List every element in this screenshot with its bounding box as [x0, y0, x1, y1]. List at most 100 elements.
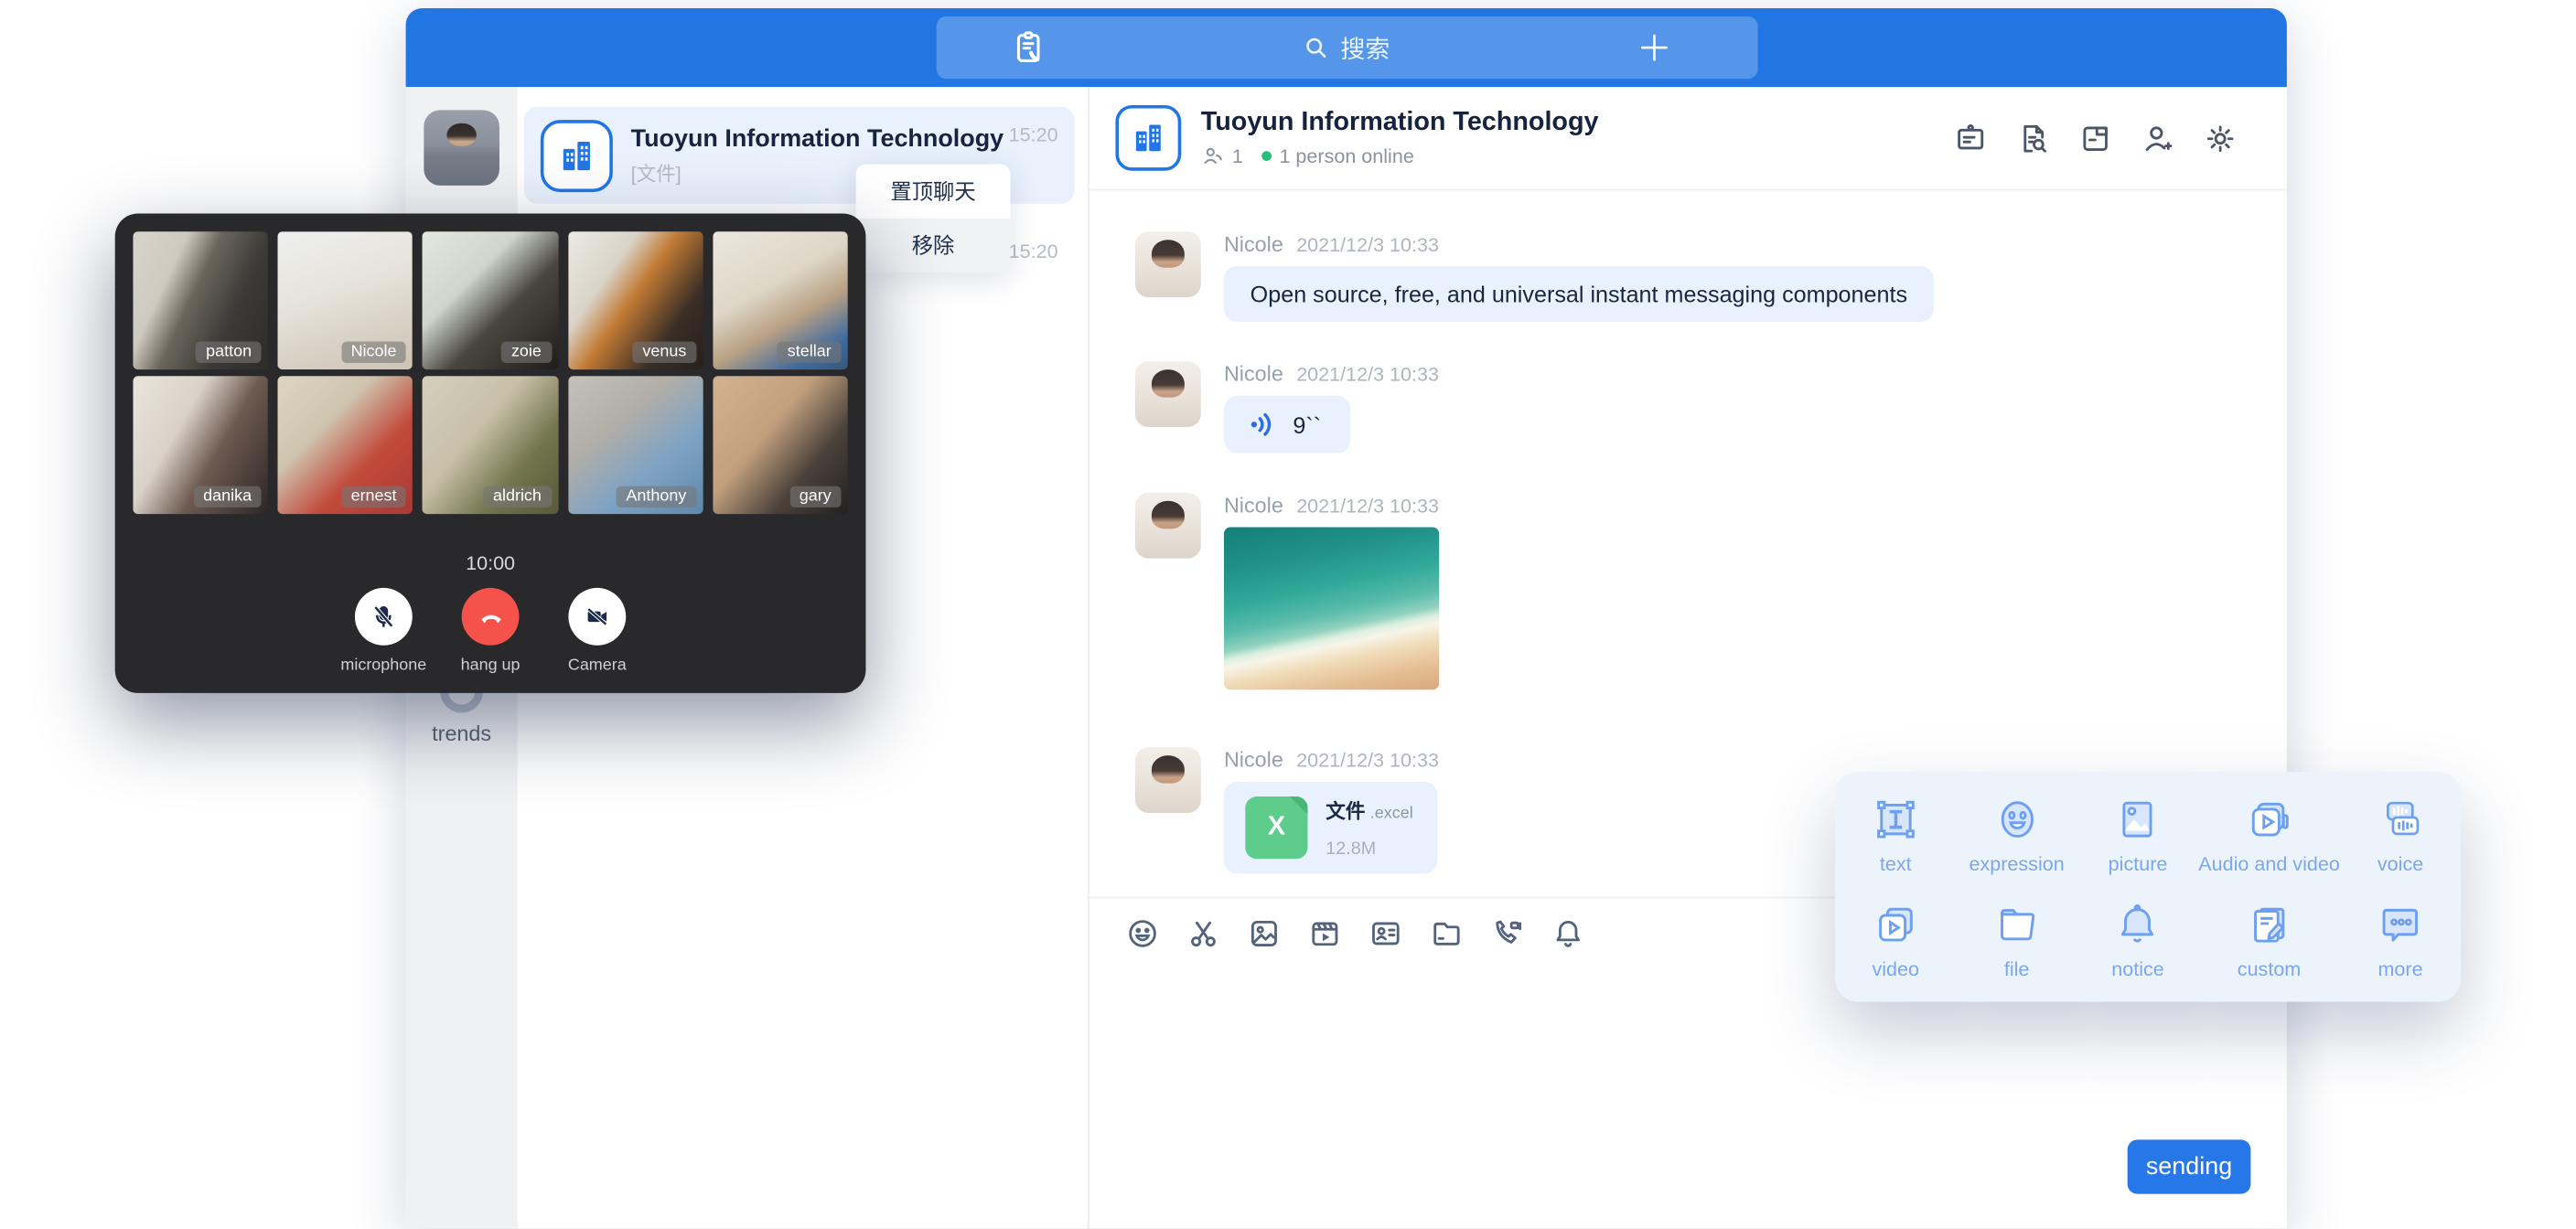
member-count: 1 — [1232, 144, 1243, 167]
participant-name: stellar — [778, 342, 841, 363]
picture-icon[interactable] — [1247, 916, 1282, 951]
members-icon — [1201, 144, 1224, 167]
microphone-label: microphone — [330, 657, 437, 675]
call-log-button[interactable] — [1008, 28, 1047, 76]
message-type-panel: text expression picture — [1835, 772, 2461, 1001]
screenshot-scissors-icon[interactable] — [1186, 916, 1221, 951]
video-call-panel: patton Nicole zoie venus stellar danika … — [115, 213, 866, 692]
chat-main: Tuoyun Information Technology 1 1 person… — [1089, 87, 2287, 1228]
participant-video[interactable]: Anthony — [568, 376, 703, 514]
notification-bell-icon[interactable] — [1551, 916, 1585, 951]
hang-up-icon — [476, 602, 505, 631]
panel-item-notice[interactable]: notice — [2077, 887, 2198, 992]
panel-label: picture — [2109, 851, 2168, 874]
group-avatar — [1115, 105, 1181, 171]
sender-avatar[interactable] — [1135, 361, 1201, 427]
participant-video[interactable]: zoie — [423, 231, 558, 369]
message-input-area[interactable]: sending — [1089, 967, 2287, 1229]
file-letter: X — [1268, 813, 1285, 842]
message-time: 2021/12/3 10:33 — [1296, 749, 1439, 772]
panel-item-voice[interactable]: voice — [2340, 782, 2461, 887]
panel-item-video[interactable]: video — [1835, 887, 1956, 992]
trends-label: trends — [406, 721, 518, 745]
message-time: 2021/12/3 10:33 — [1296, 363, 1439, 386]
participant-video[interactable]: patton — [133, 231, 268, 369]
message-text: Nicole 2021/12/3 10:33 Open source, free… — [1089, 231, 2287, 322]
panel-label: notice — [2111, 956, 2164, 979]
add-button[interactable] — [1636, 29, 1672, 73]
participant-video[interactable]: aldrich — [423, 376, 558, 514]
panel-item-expression[interactable]: expression — [1956, 782, 2077, 887]
message-image: Nicole 2021/12/3 10:33 — [1089, 493, 2287, 690]
participant-name: patton — [196, 342, 261, 363]
text-bubble[interactable]: Open source, free, and universal instant… — [1224, 266, 1934, 322]
av-call-icon[interactable] — [1490, 916, 1525, 951]
participant-video[interactable]: stellar — [713, 231, 848, 369]
search-input[interactable]: 搜索 — [1303, 30, 1390, 65]
add-member-icon[interactable] — [2141, 121, 2175, 155]
hang-up-label: hang up — [437, 657, 544, 675]
camera-off-icon — [584, 603, 612, 631]
conversation-time: 15:20 — [1009, 107, 1058, 146]
search-icon — [1303, 35, 1329, 61]
image-message-beach[interactable] — [1224, 527, 1439, 689]
participant-video[interactable]: venus — [568, 231, 703, 369]
file-icon — [1992, 899, 2042, 948]
video-icon — [1871, 899, 1920, 948]
sender-avatar[interactable] — [1135, 493, 1201, 559]
online-status: 1 person online — [1279, 144, 1413, 167]
participant-video[interactable]: gary — [713, 376, 848, 514]
folder-icon[interactable] — [1429, 916, 1464, 951]
emoji-icon[interactable] — [1125, 916, 1160, 951]
chat-header: Tuoyun Information Technology 1 1 person… — [1089, 87, 2287, 190]
sender-name: Nicole — [1224, 747, 1283, 772]
contact-card-icon[interactable] — [1368, 916, 1403, 951]
sender-avatar[interactable] — [1135, 231, 1201, 297]
more-icon — [2376, 899, 2425, 948]
panel-label: more — [2377, 956, 2422, 979]
microphone-toggle[interactable]: microphone — [330, 588, 437, 675]
panel-item-custom[interactable]: custom — [2198, 887, 2340, 992]
panel-item-file[interactable]: file — [1956, 887, 2077, 992]
excel-file-icon: X — [1245, 796, 1307, 859]
file-ext: .excel — [1370, 805, 1413, 823]
mic-off-icon — [370, 603, 398, 631]
panel-item-text[interactable]: text — [1835, 782, 1956, 887]
chat-record-search-icon[interactable] — [2016, 121, 2051, 155]
panel-item-audio-video[interactable]: Audio and video — [2198, 782, 2340, 887]
send-button[interactable]: sending — [2128, 1139, 2251, 1193]
participant-name: Nicole — [341, 342, 406, 363]
notice-board-icon[interactable] — [1953, 121, 1988, 155]
message-voice: Nicole 2021/12/3 10:33 9`` — [1089, 361, 2287, 454]
chat-header-actions — [1953, 121, 2287, 155]
menu-item-pin-chat[interactable]: 置顶聊天 — [856, 165, 1011, 219]
my-avatar[interactable] — [424, 110, 499, 186]
conversation-time: 15:20 — [1009, 223, 1058, 262]
participant-video[interactable]: danika — [133, 376, 268, 514]
file-doc-icon[interactable] — [2078, 121, 2113, 155]
sender-avatar[interactable] — [1135, 747, 1201, 813]
settings-gear-icon[interactable] — [2203, 121, 2238, 155]
panel-item-more[interactable]: more — [2340, 887, 2461, 992]
file-bubble[interactable]: X 文件.excel 12.8M — [1224, 782, 1437, 874]
voice-duration: 9`` — [1293, 411, 1321, 438]
participant-video[interactable]: Nicole — [278, 231, 413, 369]
participant-name: danika — [193, 486, 261, 508]
menu-item-remove[interactable]: 移除 — [856, 219, 1011, 273]
voice-wave-icon — [1247, 409, 1278, 440]
search-bar[interactable]: 搜索 — [936, 16, 1757, 79]
voice-bubble[interactable]: 9`` — [1224, 396, 1351, 454]
participant-video[interactable]: ernest — [278, 376, 413, 514]
hang-up-button[interactable]: hang up — [437, 588, 544, 675]
chat-title: Tuoyun Information Technology — [1201, 109, 1599, 138]
building-icon — [1129, 118, 1168, 157]
message-time: 2021/12/3 10:33 — [1296, 233, 1439, 256]
clipboard-phone-icon — [1008, 28, 1047, 68]
sender-name: Nicole — [1224, 361, 1283, 386]
panel-item-picture[interactable]: picture — [2077, 782, 2198, 887]
video-clip-icon[interactable] — [1308, 916, 1343, 951]
panel-label: file — [2004, 956, 2030, 979]
panel-label: expression — [1969, 851, 2064, 874]
stage: 搜索 trends — [0, 0, 2576, 1228]
camera-toggle[interactable]: Camera — [543, 588, 650, 675]
